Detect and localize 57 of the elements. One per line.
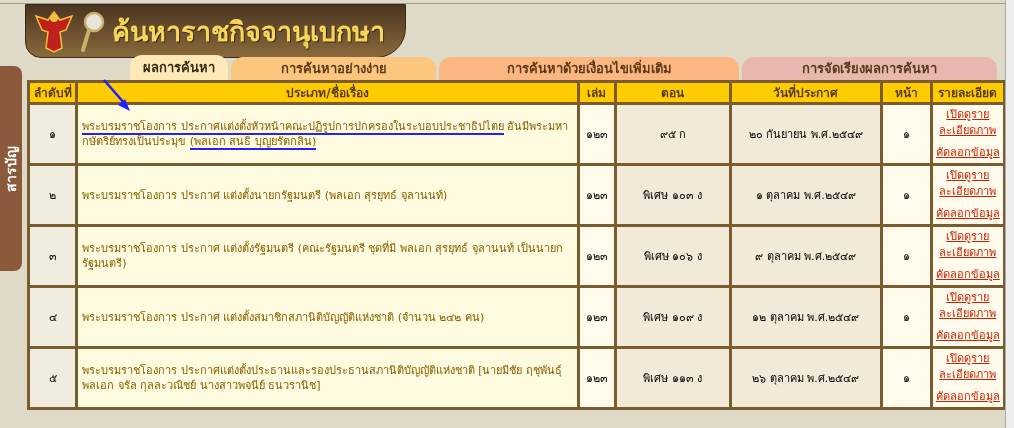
table-cell: ๙ ตุลาคม พ.ศ.๒๕๔๙ bbox=[730, 225, 882, 287]
copy-link[interactable]: คัดลอกข้อมูล bbox=[935, 328, 1000, 344]
emblem-icon bbox=[34, 8, 74, 54]
table-cell: พิเศษ ๑๑๓ ง bbox=[615, 347, 731, 409]
table-cell: ๑ bbox=[28, 103, 77, 165]
table-cell: ๑๒๓ bbox=[578, 286, 616, 348]
column-header: เล่ม bbox=[578, 81, 616, 104]
table-cell: ๑๒๓ bbox=[578, 225, 616, 287]
table-cell: ๒๐ กันยายน พ.ศ.๒๕๔๙ bbox=[730, 103, 882, 165]
table-cell: ๑๒ ตุลาคม พ.ศ.๒๕๔๙ bbox=[730, 286, 882, 348]
site-title: ค้นหาราชกิจจานุเบกษา bbox=[112, 14, 385, 51]
table-cell: ๕ bbox=[28, 347, 77, 409]
view-link[interactable]: เปิดดูรายละเอียดภาพ bbox=[935, 229, 1000, 261]
annotation-arrow bbox=[102, 79, 130, 112]
table-cell: ๒ bbox=[28, 164, 77, 226]
title-cell[interactable]: พระบรมราชโองการ ประกาศแต่งตั้งประธานและรองประธานสภานิติบัญญัติแห่งชาติ [นายมีชัย ฤชุพันธุ์ พลเอก จรัล กุลละวณิชย์ นางสาวพจนีย์ ธนวรานิช] bbox=[76, 347, 579, 409]
table-cell: ๒๖ ตุลาคม พ.ศ.๒๕๔๙ bbox=[730, 347, 882, 409]
table-cell: ๑๒๓ bbox=[578, 103, 616, 165]
column-header: ประเภท/ชื่อเรื่อง bbox=[76, 81, 579, 104]
table-cell: ๑ bbox=[881, 225, 932, 287]
table-cell: พิเศษ ๑๐๙ ง bbox=[615, 286, 731, 348]
copy-link[interactable]: คัดลอกข้อมูล bbox=[935, 206, 1000, 222]
table-cell: ๔ bbox=[28, 286, 77, 348]
table-cell: พิเศษ ๑๐๓ ง bbox=[615, 164, 731, 226]
tab[interactable]: ผลการค้นหา bbox=[130, 55, 228, 80]
table-cell: ๑ bbox=[881, 347, 932, 409]
table-cell: ๑ ตุลาคม พ.ศ.๒๕๔๙ bbox=[730, 164, 882, 226]
scrollbar[interactable] bbox=[1005, 0, 1014, 428]
table-cell: พิเศษ ๑๐๖ ง bbox=[615, 225, 731, 287]
copy-link[interactable]: คัดลอกข้อมูล bbox=[935, 267, 1000, 283]
copy-link[interactable]: คัดลอกข้อมูล bbox=[935, 145, 1000, 161]
table-cell: ๑๒๓ bbox=[578, 347, 616, 409]
column-header: รายละเอียด bbox=[931, 81, 1005, 104]
view-link[interactable]: เปิดดูรายละเอียดภาพ bbox=[935, 168, 1000, 200]
title-cell[interactable]: พระบรมราชโองการ ประกาศ แต่งตั้งสมาชิกสภานิติบัญญัติแห่งชาติ (จำนวน ๒๔๒ คน) bbox=[76, 286, 579, 348]
column-header: หน้า bbox=[881, 81, 932, 104]
title-cell[interactable]: พระบรมราชโองการ ประกาศ แต่งตั้งนายกรัฐมนตรี (พลเอก สุรยุทธ์ จุลานนท์) bbox=[76, 164, 579, 226]
table-cell: ๑ bbox=[881, 164, 932, 226]
column-header: ตอน bbox=[615, 81, 731, 104]
tab[interactable]: การค้นหาด้วยเงื่อนไขเพิ่มเติม bbox=[439, 57, 739, 80]
table-cell: ๙๕ ก bbox=[615, 103, 731, 165]
table-cell: ๓ bbox=[28, 225, 77, 287]
search-icon bbox=[80, 10, 106, 52]
tab[interactable]: การค้นหาอย่างง่าย bbox=[231, 57, 436, 80]
title-cell[interactable]: พระบรมราชโองการ ประกาศแต่งตั้งหัวหน้าคณะปฏิรูปการปกครองในระบอบประชาธิปไตย อันมีพระมหากษัตริย์ทรงเป็นประมุข (พลเอก สนธิ บุญยรัตกลิน) bbox=[76, 103, 579, 165]
tab[interactable]: การจัดเรียงผลการค้นหา bbox=[742, 57, 997, 80]
title-cell[interactable]: พระบรมราชโองการ ประกาศ แต่งตั้งรัฐมนตรี (คณะรัฐมนตรี ชุดที่มี พลเอก สุรยุทธ์ จุลานนท์ เป็นนายกรัฐมนตรี) bbox=[76, 225, 579, 287]
table-cell: ๑๒๓ bbox=[578, 164, 616, 226]
copy-link[interactable]: คัดลอกข้อมูล bbox=[935, 389, 1000, 405]
view-link[interactable]: เปิดดูรายละเอียดภาพ bbox=[935, 290, 1000, 322]
column-header: ลำดับที่ bbox=[28, 81, 77, 104]
table-cell: ๑ bbox=[881, 103, 932, 165]
column-header: วันที่ประกาศ bbox=[730, 81, 882, 104]
view-link[interactable]: เปิดดูรายละเอียดภาพ bbox=[935, 107, 1000, 139]
table-cell: ๑ bbox=[881, 286, 932, 348]
view-link[interactable]: เปิดดูรายละเอียดภาพ bbox=[935, 351, 1000, 383]
side-tab[interactable]: สารบัญ bbox=[0, 66, 22, 271]
